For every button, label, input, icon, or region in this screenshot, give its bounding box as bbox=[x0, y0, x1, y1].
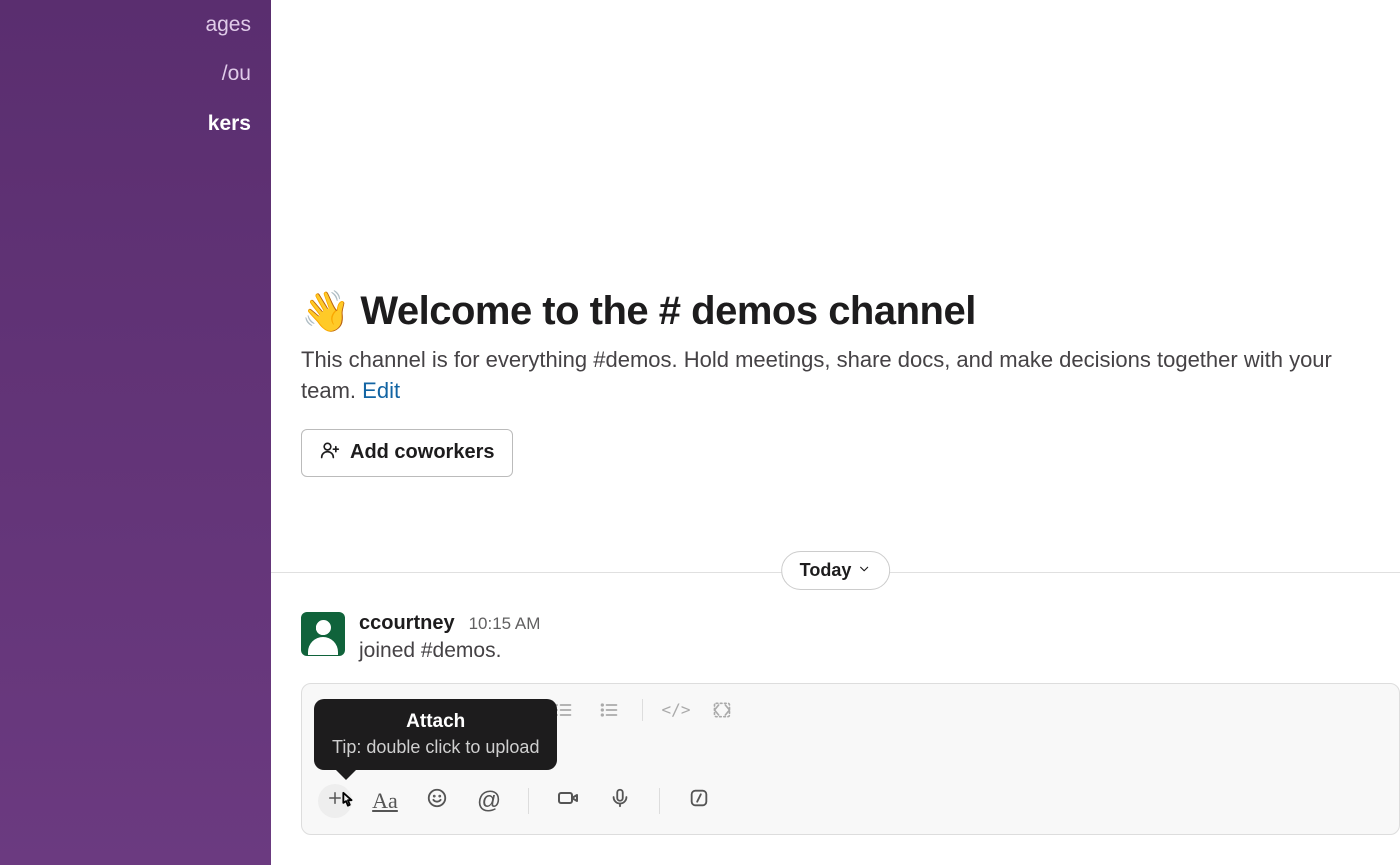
message-time: 10:15 AM bbox=[469, 614, 541, 634]
channel-welcome-title: 👋 Welcome to the # demos channel bbox=[301, 288, 1370, 335]
toolbar-separator bbox=[642, 699, 643, 721]
formatting-icon: Aa bbox=[372, 788, 398, 814]
bullet-list-button[interactable] bbox=[590, 694, 628, 726]
tooltip-title: Attach bbox=[332, 711, 539, 733]
composer-actions: Aa @ bbox=[302, 772, 1399, 834]
person-add-icon bbox=[320, 440, 340, 466]
action-separator bbox=[659, 788, 660, 814]
tooltip-subtitle: Tip: double click to upload bbox=[332, 737, 539, 758]
smile-icon bbox=[426, 787, 448, 814]
action-separator bbox=[528, 788, 529, 814]
welcome-desc-text: This channel is for everything #demos. H… bbox=[301, 347, 1332, 403]
message-row: ccourtney 10:15 AM joined #demos. bbox=[271, 612, 1400, 663]
chevron-down-icon bbox=[857, 560, 871, 581]
sidebar-item-label: kers bbox=[208, 112, 251, 135]
main-content: 👋 Welcome to the # demos channel This ch… bbox=[271, 0, 1400, 865]
plus-icon bbox=[326, 789, 344, 812]
slash-icon bbox=[688, 787, 710, 814]
sidebar-item-0[interactable]: ages bbox=[0, 8, 271, 41]
date-divider: Today bbox=[271, 551, 1400, 552]
welcome-title-text: Welcome to the # demos channel bbox=[360, 289, 976, 334]
attach-button[interactable] bbox=[318, 784, 352, 818]
avatar-icon bbox=[301, 612, 345, 656]
date-pill[interactable]: Today bbox=[781, 551, 891, 590]
sidebar: ages /ou kers bbox=[0, 0, 271, 865]
attach-tooltip: Attach Tip: double click to upload bbox=[314, 699, 557, 770]
wave-emoji: 👋 bbox=[301, 288, 350, 335]
channel-welcome-desc: This channel is for everything #demos. H… bbox=[301, 345, 1370, 407]
message-composer: B I S </> bbox=[301, 683, 1400, 835]
message-author[interactable]: ccourtney bbox=[359, 612, 455, 635]
codeblock-button[interactable] bbox=[703, 694, 741, 726]
message-body: joined #demos. bbox=[359, 639, 1370, 663]
channel-welcome: 👋 Welcome to the # demos channel This ch… bbox=[271, 288, 1400, 477]
video-icon bbox=[556, 786, 580, 815]
mic-icon bbox=[609, 787, 631, 814]
date-label: Today bbox=[800, 560, 852, 581]
emoji-button[interactable] bbox=[418, 782, 456, 820]
avatar[interactable] bbox=[301, 612, 345, 656]
mention-button[interactable]: @ bbox=[470, 782, 508, 820]
formatting-toggle[interactable]: Aa bbox=[366, 782, 404, 820]
edit-description-link[interactable]: Edit bbox=[362, 378, 400, 403]
sidebar-item-label: /ou bbox=[222, 62, 251, 85]
audio-clip-button[interactable] bbox=[601, 782, 639, 820]
shortcuts-button[interactable] bbox=[680, 782, 718, 820]
at-icon: @ bbox=[477, 787, 501, 815]
message-content: ccourtney 10:15 AM joined #demos. bbox=[359, 612, 1370, 663]
video-clip-button[interactable] bbox=[549, 782, 587, 820]
add-coworkers-button[interactable]: Add coworkers bbox=[301, 429, 513, 477]
composer-wrap: B I S </> bbox=[271, 683, 1400, 835]
code-button[interactable]: </> bbox=[657, 694, 695, 726]
sidebar-item-1[interactable]: /ou bbox=[0, 57, 271, 90]
sidebar-item-label: ages bbox=[205, 13, 251, 36]
sidebar-item-2[interactable]: kers bbox=[0, 107, 271, 140]
add-coworkers-label: Add coworkers bbox=[350, 441, 494, 464]
